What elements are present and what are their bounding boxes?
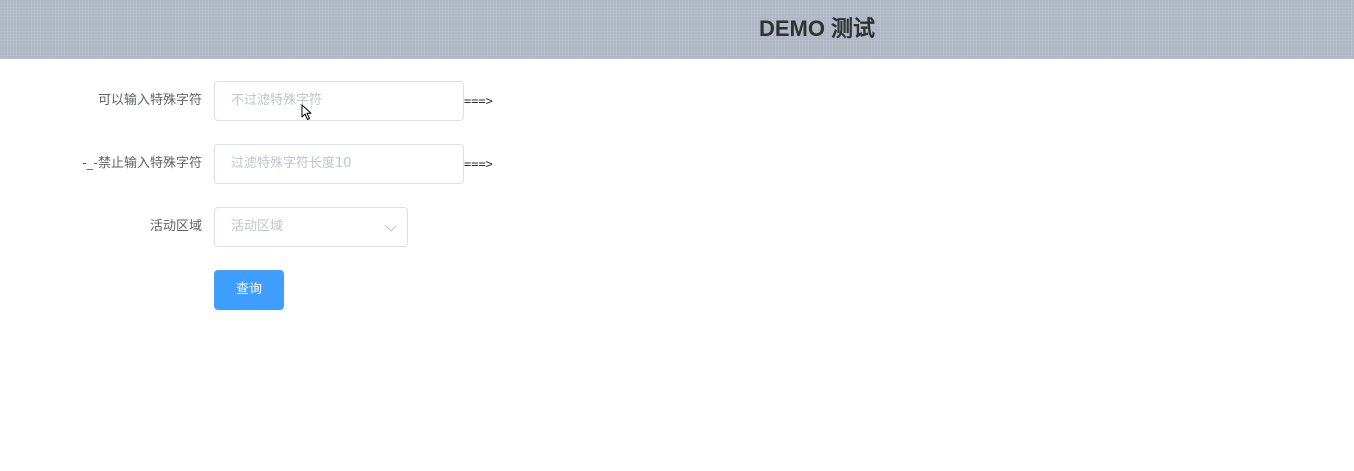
form-row-region: 活动区域 活动区域 <box>0 207 420 247</box>
region-placeholder: 活动区域 <box>231 219 284 234</box>
special-chars-forbidden-input[interactable]: 过滤特殊字符长度10 <box>214 144 464 184</box>
region-label: 活动区域 <box>149 219 202 234</box>
page-title: DEMO 测试 <box>758 16 876 41</box>
chevron-down-icon <box>385 220 397 232</box>
form-row-special-chars-allowed: 可以输入特殊字符 不过滤特殊字符 ===> <box>0 81 520 121</box>
special-chars-allowed-arrow: ===> <box>464 94 493 108</box>
special-chars-forbidden-label: -_-禁止输入特殊字符 <box>82 156 202 171</box>
special-chars-forbidden-placeholder: 过滤特殊字符长度10 <box>231 156 352 171</box>
special-chars-forbidden-arrow: ===> <box>464 157 493 171</box>
special-chars-allowed-input[interactable]: 不过滤特殊字符 <box>214 81 464 121</box>
query-button[interactable]: 查询 <box>214 270 284 310</box>
form-row-submit: 查询 <box>0 270 300 310</box>
form-row-special-chars-forbidden: -_-禁止输入特殊字符 过滤特殊字符长度10 ===> <box>0 144 520 184</box>
mouse-pointer-icon <box>301 104 312 120</box>
region-select[interactable]: 活动区域 <box>214 207 408 247</box>
special-chars-allowed-label: 可以输入特殊字符 <box>97 93 202 108</box>
query-form: 可以输入特殊字符 不过滤特殊字符 ===> -_-禁止输入特殊字符 过滤特殊字符… <box>0 59 1354 471</box>
page-header: DEMO 测试 <box>0 0 1354 59</box>
